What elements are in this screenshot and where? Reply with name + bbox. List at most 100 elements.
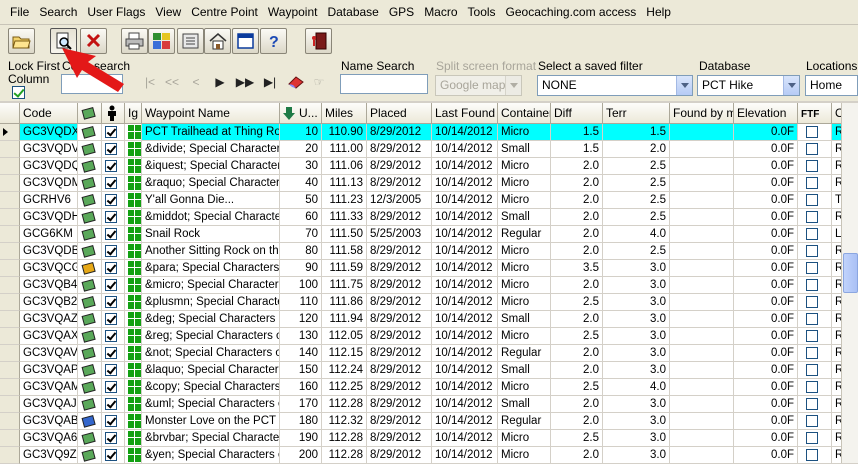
vertical-scrollbar[interactable] [841, 103, 858, 463]
code-search-input[interactable] [61, 74, 123, 94]
nav-prev-page-button[interactable]: << [160, 71, 184, 93]
menu-waypoint[interactable]: Waypoint [263, 0, 323, 25]
found-checkbox[interactable] [105, 449, 117, 461]
ftf-checkbox[interactable] [806, 381, 818, 393]
delete-button[interactable] [80, 28, 107, 54]
menu-help[interactable]: Help [641, 0, 676, 25]
found-checkbox[interactable] [105, 262, 117, 274]
header-container[interactable]: Container [498, 103, 551, 124]
header-placed[interactable]: Placed [367, 103, 432, 124]
table-row[interactable]: GC3VQB4&micro; Special Characters on1001… [0, 277, 858, 294]
table-row[interactable]: GC3VQDQ &iquest; Special Characters 30 111.… [0, 158, 858, 175]
ftf-checkbox[interactable] [806, 296, 818, 308]
nav-prev-button[interactable]: < [184, 71, 208, 93]
window-button[interactable] [232, 28, 259, 54]
header-miles[interactable]: Miles [322, 103, 367, 124]
saved-filter-select[interactable]: NONE [537, 75, 693, 96]
table-row[interactable]: GC3VQA6 &brvbar; Special Characters 190 112… [0, 430, 858, 447]
ftf-checkbox[interactable] [806, 211, 818, 223]
table-row[interactable]: GC3VQDV &divide; Special Characters 20 111.… [0, 141, 858, 158]
locations-select[interactable]: Home [805, 75, 858, 96]
ftf-checkbox[interactable] [806, 330, 818, 342]
table-row[interactable]: GC3VQDB Another Sitting Rock on the 80 111.… [0, 243, 858, 260]
header-ftf[interactable]: FTF [798, 103, 832, 124]
ftf-checkbox[interactable] [806, 245, 818, 257]
found-checkbox[interactable] [105, 126, 117, 138]
found-checkbox[interactable] [105, 330, 117, 342]
eraser-button[interactable] [284, 71, 308, 93]
header-diff[interactable]: Diff [551, 103, 603, 124]
table-row[interactable]: GCRHV6 Y'all Gonna Die... 50 111.23 12/3/200… [0, 192, 858, 209]
lock-first-checkbox[interactable] [12, 86, 25, 99]
table-row[interactable]: GC3VQB2 &plusmn; Special Characters 110 111… [0, 294, 858, 311]
found-checkbox[interactable] [105, 211, 117, 223]
nav-first-button[interactable]: |< [138, 71, 162, 93]
split-screen-select[interactable]: Google maps [435, 75, 522, 96]
found-checkbox[interactable] [105, 347, 117, 359]
table-row[interactable]: GC3VQAX &reg; Special Characters on 130 112… [0, 328, 858, 345]
home-button[interactable] [204, 28, 231, 54]
table-row[interactable]: GC3VQDX PCT Trailhead at Thing Roa 10 110.9… [0, 124, 858, 141]
menu-macro[interactable]: Macro [419, 0, 462, 25]
menu-user-flags[interactable]: User Flags [82, 0, 150, 25]
ftf-checkbox[interactable] [806, 279, 818, 291]
menu-search[interactable]: Search [34, 0, 82, 25]
table-row[interactable]: GC3VQDM&raquo; Special Characters o40111… [0, 175, 858, 192]
grid-button[interactable] [148, 28, 175, 54]
found-checkbox[interactable] [105, 381, 117, 393]
ftf-checkbox[interactable] [806, 313, 818, 325]
exit-button[interactable] [305, 28, 332, 54]
ftf-checkbox[interactable] [806, 194, 818, 206]
header-last-found[interactable]: Last Found [432, 103, 498, 124]
table-row[interactable]: GC3VQAV &not; Special Characters on 140 112… [0, 345, 858, 362]
table-row[interactable]: GC3VQCG&para; Special Characters on90111… [0, 260, 858, 277]
menu-database[interactable]: Database [322, 0, 383, 25]
open-button[interactable] [8, 28, 35, 54]
found-checkbox[interactable] [105, 313, 117, 325]
found-checkbox[interactable] [105, 415, 117, 427]
found-checkbox[interactable] [105, 245, 117, 257]
found-checkbox[interactable] [105, 398, 117, 410]
settings-button[interactable] [177, 28, 204, 54]
found-checkbox[interactable] [105, 143, 117, 155]
found-checkbox[interactable] [105, 364, 117, 376]
nav-next-page-button[interactable]: ▶▶ [233, 71, 257, 93]
table-row[interactable]: GC3VQAZ &deg; Special Characters on 120 111… [0, 311, 858, 328]
table-row[interactable]: GC3VQ9Z &yen; Special Characters on 200 112… [0, 447, 858, 464]
header-ignore[interactable]: Ig [125, 103, 142, 124]
found-checkbox[interactable] [105, 177, 117, 189]
nav-last-button[interactable]: ▶| [258, 71, 282, 93]
scrollbar-thumb[interactable] [843, 253, 858, 293]
found-checkbox[interactable] [105, 194, 117, 206]
ftf-checkbox[interactable] [806, 415, 818, 427]
ftf-checkbox[interactable] [806, 364, 818, 376]
header-terr[interactable]: Terr [603, 103, 670, 124]
ftf-checkbox[interactable] [806, 347, 818, 359]
ftf-checkbox[interactable] [806, 143, 818, 155]
find-button[interactable] [50, 28, 77, 54]
table-row[interactable]: GC3VQAB Monster Love on the PCT 180 112.32 8… [0, 413, 858, 430]
menu-geocaching-access[interactable]: Geocaching.com access [501, 0, 642, 25]
hand-button[interactable]: ☞ [307, 71, 331, 93]
found-checkbox[interactable] [105, 296, 117, 308]
menu-tools[interactable]: Tools [463, 0, 501, 25]
header-code[interactable]: Code [20, 103, 78, 124]
table-row[interactable]: GC3VQDH &middot; Special Characters 60 111.… [0, 209, 858, 226]
table-row[interactable]: GC3VQAJ &uml; Special Characters on 170 112… [0, 396, 858, 413]
header-user-sort[interactable]: U... [280, 103, 322, 124]
table-row[interactable]: GC3VQAP &laquo; Special Characters o 150 11… [0, 362, 858, 379]
header-found[interactable] [102, 103, 125, 124]
ftf-checkbox[interactable] [806, 262, 818, 274]
header-waypoint-name[interactable]: Waypoint Name [142, 103, 280, 124]
found-checkbox[interactable] [105, 279, 117, 291]
menu-centre-point[interactable]: Centre Point [186, 0, 263, 25]
ftf-checkbox[interactable] [806, 449, 818, 461]
database-select[interactable]: PCT Hike [697, 75, 800, 96]
ftf-checkbox[interactable] [806, 228, 818, 240]
ftf-checkbox[interactable] [806, 126, 818, 138]
menu-gps[interactable]: GPS [384, 0, 419, 25]
ftf-checkbox[interactable] [806, 432, 818, 444]
name-search-input[interactable] [340, 74, 428, 94]
table-row[interactable]: GC3VQAM&copy; Special Characters on16011… [0, 379, 858, 396]
ftf-checkbox[interactable] [806, 160, 818, 172]
